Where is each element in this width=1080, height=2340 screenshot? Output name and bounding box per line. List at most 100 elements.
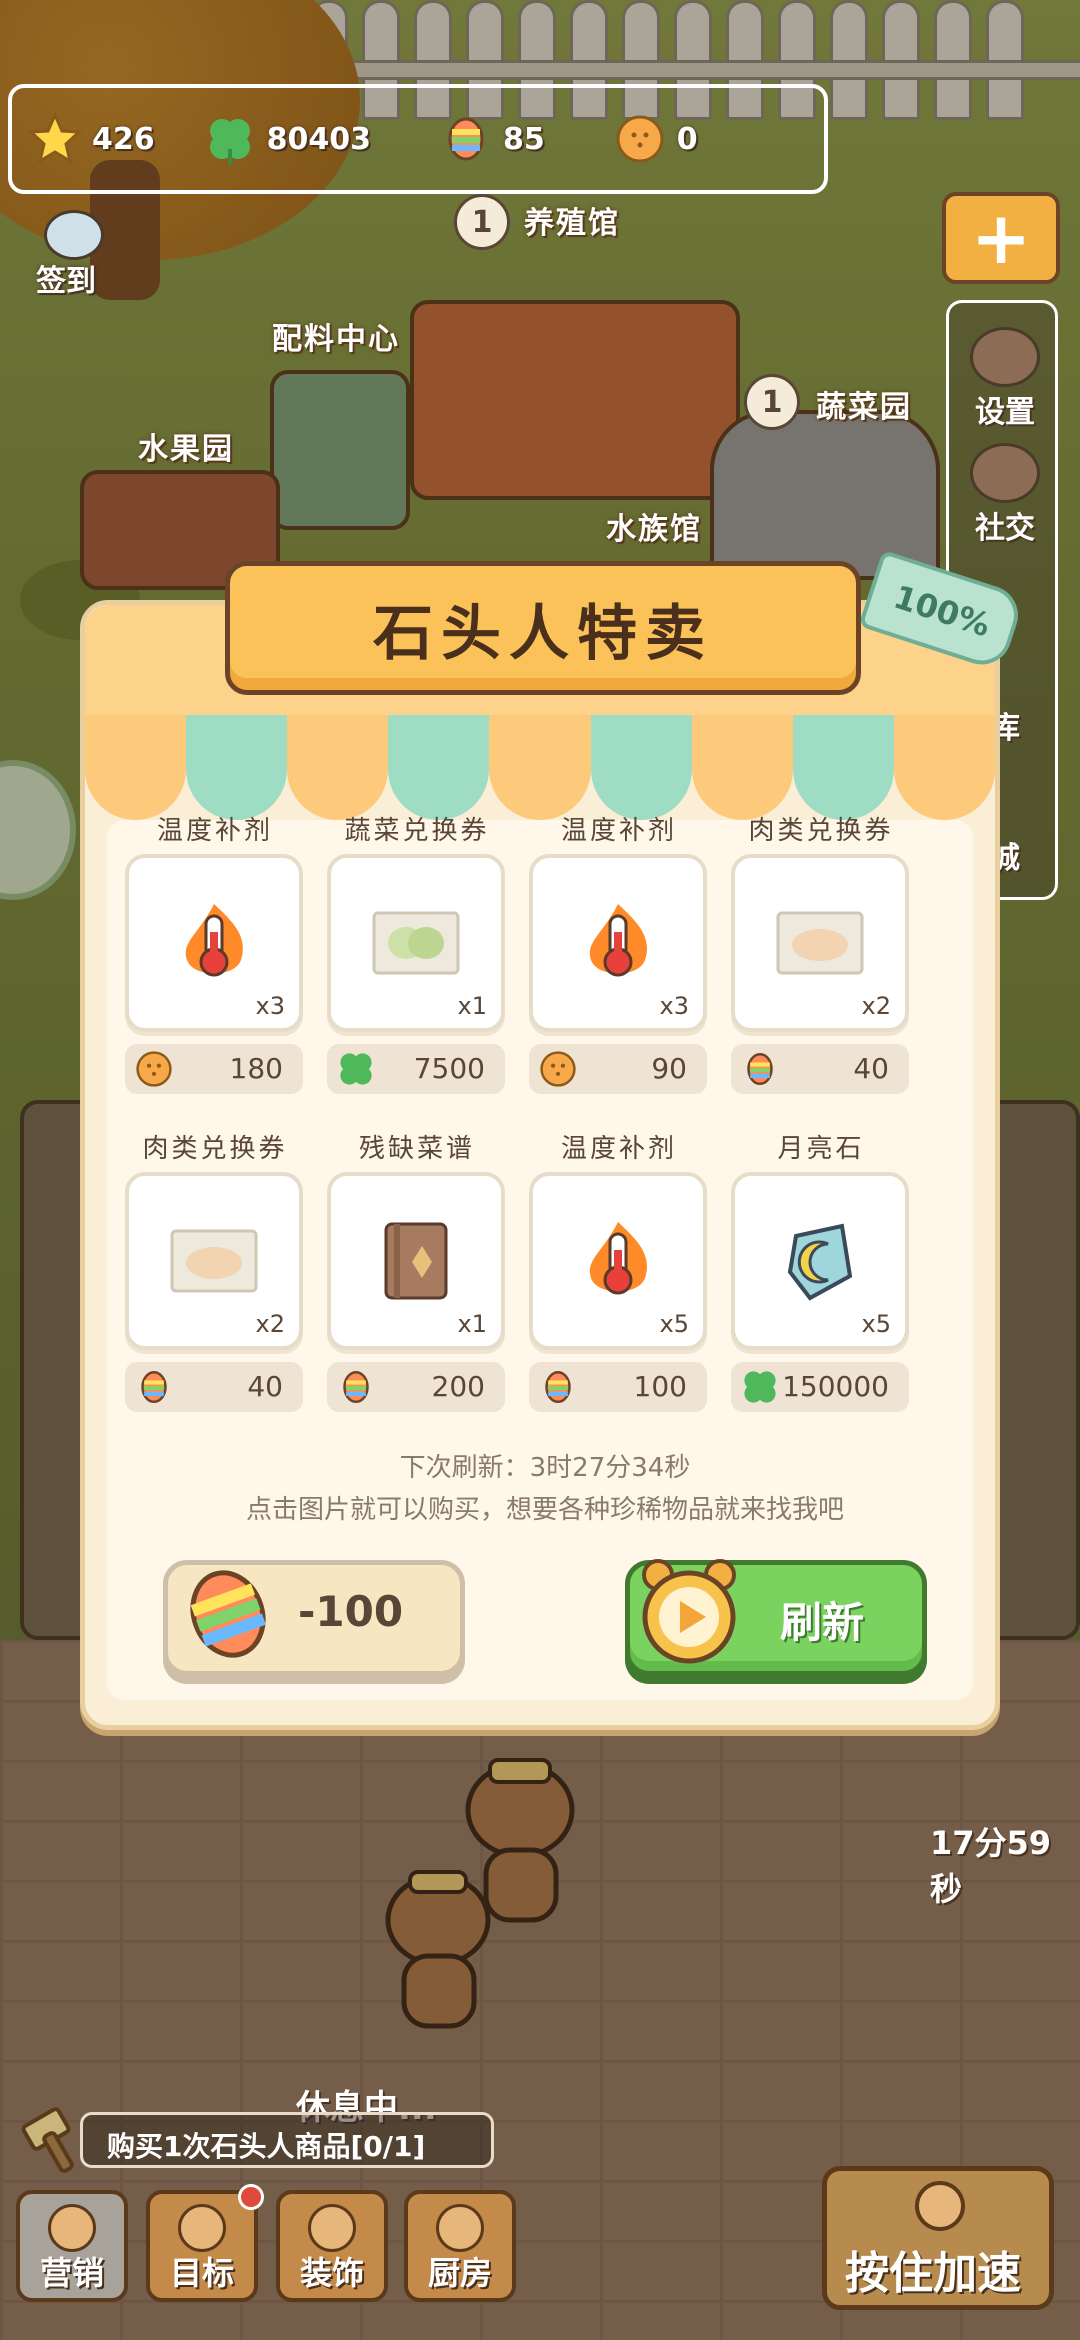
cat-icon [970,443,1040,503]
meat-ticket-icon [776,911,864,975]
shop-item[interactable]: 蔬菜兑换券 x1 7500 [327,810,507,1094]
shop-item[interactable]: 肉类兑换券 x2 40 [125,1128,305,1412]
item-quantity: x5 [659,1310,689,1338]
item-card[interactable]: x5 [529,1172,707,1350]
item-price: 200 [327,1362,505,1412]
clover-icon [201,110,259,168]
kitchen-label: 厨房 [427,2254,492,2292]
item-quantity: x2 [861,992,891,1020]
item-card[interactable]: x2 [125,1172,303,1350]
item-price: 180 [125,1044,303,1094]
biscuit-icon [611,110,669,168]
stone-man-sale-popup: 石头人特卖 100% 温度补剂 x3 180 蔬菜兑换券 x1 7500 温度补… [80,549,1026,1730]
next-refresh-timer: 下次刷新：3时27分34秒 [399,1453,691,1483]
shop-item[interactable]: 温度补剂 x3 90 [529,810,709,1094]
social-button[interactable]: 社交 [949,443,1061,547]
recipe-book-icon [384,1222,448,1300]
paint-roller-icon [308,2204,356,2252]
item-card[interactable]: x3 [125,854,303,1032]
item-card[interactable]: x1 [327,1172,505,1350]
vegetable-ticket-icon [372,911,460,975]
item-price-value: 180 [229,1052,283,1085]
shop-item[interactable]: 月亮石 x5 150000 [731,1128,911,1412]
biscuit-icon [540,1051,576,1087]
kitchen-button[interactable]: 厨房 [404,2190,516,2302]
clover-icon [744,1371,776,1403]
item-card[interactable]: x3 [529,854,707,1032]
shop-item[interactable]: 残缺菜谱 x1 200 [327,1128,507,1412]
goals-button[interactable]: 目标 [146,2184,264,2302]
vegetable-garden-level: 1 [744,374,800,430]
target-icon [178,2204,226,2252]
item-quantity: x3 [659,992,689,1020]
clover-count: 80403 [266,121,371,157]
item-name: 月亮石 [777,1134,865,1164]
quest-text: 购买1次石头人商品[0/1] [107,2130,426,2163]
hold-to-speed-button[interactable]: 按住加速 [822,2166,1054,2310]
popup-title: 石头人特卖 [373,598,713,669]
hammer-quest-icon [21,2107,74,2173]
star-icon [26,110,84,168]
item-name: 温度补剂 [560,1134,677,1164]
social-label: 社交 [975,511,1035,546]
item-quantity: x1 [457,992,487,1020]
refresh-label: 刷新 [780,1598,865,1647]
cooking-timer: 17分59秒 [930,1824,1052,1908]
signin-label: 签到 [36,264,96,299]
candy-cost-button[interactable]: -100 [163,1560,465,1676]
item-price-value: 7500 [413,1052,485,1085]
shop-item[interactable]: 肉类兑换券 x2 40 [731,810,911,1094]
clover-icon [340,1053,372,1085]
candy-count: 85 [503,121,545,157]
item-name: 肉类兑换券 [748,816,894,846]
vegetable-garden-label: 蔬菜园 [816,390,912,425]
item-quantity: x1 [457,1310,487,1338]
biscuit-count: 0 [676,121,698,157]
star-resource[interactable]: 426 [26,99,155,179]
thermometer-icon [589,904,647,977]
shop-hint: 点击图片就可以购买，想要各种珍稀物品就来找我吧 [245,1495,844,1525]
candy-icon [141,1370,167,1404]
star-count: 426 [92,121,155,157]
item-price: 100 [529,1362,707,1412]
item-card[interactable]: x1 [327,854,505,1032]
item-price: 40 [125,1362,303,1412]
item-name: 肉类兑换券 [142,1134,288,1164]
item-name: 温度补剂 [560,816,677,846]
marketing-label: 营销 [39,2254,104,2292]
fast-forward-icon [915,2181,965,2231]
settings-button[interactable]: 设置 [949,327,1061,431]
signin-icon [44,210,104,260]
candy-resource[interactable]: 85 [437,99,545,179]
decorate-label: 装饰 [299,2254,364,2292]
signin-button[interactable]: 签到 [14,210,124,300]
candy-icon [437,110,495,168]
biscuit-resource[interactable]: 0 [611,99,698,179]
thermometer-icon [589,1222,647,1295]
item-price-value: 40 [853,1052,889,1085]
breeding-hall-label: 养殖馆 [524,206,620,241]
decorate-button[interactable]: 装饰 [276,2190,388,2302]
item-price-value: 100 [633,1370,687,1403]
marketing-button[interactable]: 营销 [16,2190,128,2302]
item-quantity: x2 [255,1310,285,1338]
item-quantity: x3 [255,992,285,1020]
clover-resource[interactable]: 80403 [201,99,371,179]
quest-bar[interactable]: 购买1次石头人商品[0/1] [80,2112,494,2168]
refresh-button[interactable]: 刷新 [625,1559,927,1676]
item-card[interactable]: x2 [731,854,909,1032]
biscuit-icon [136,1051,172,1087]
aquatic-hall-label: 水族馆 [606,512,702,547]
shop-item[interactable]: 温度补剂 x5 100 [529,1128,709,1412]
thermometer-icon [185,904,243,977]
shop-awning [85,715,995,820]
item-card[interactable]: x5 [731,1172,909,1350]
resource-bar: 426 80403 85 0 [8,84,828,194]
item-price: 40 [731,1044,909,1094]
settings-label: 设置 [975,395,1035,430]
shop-item[interactable]: 温度补剂 x3 180 [125,810,305,1094]
moonstone-icon [787,1223,853,1301]
item-name: 温度补剂 [156,816,273,846]
add-button[interactable]: + [942,192,1060,284]
megaphone-icon [48,2204,96,2252]
